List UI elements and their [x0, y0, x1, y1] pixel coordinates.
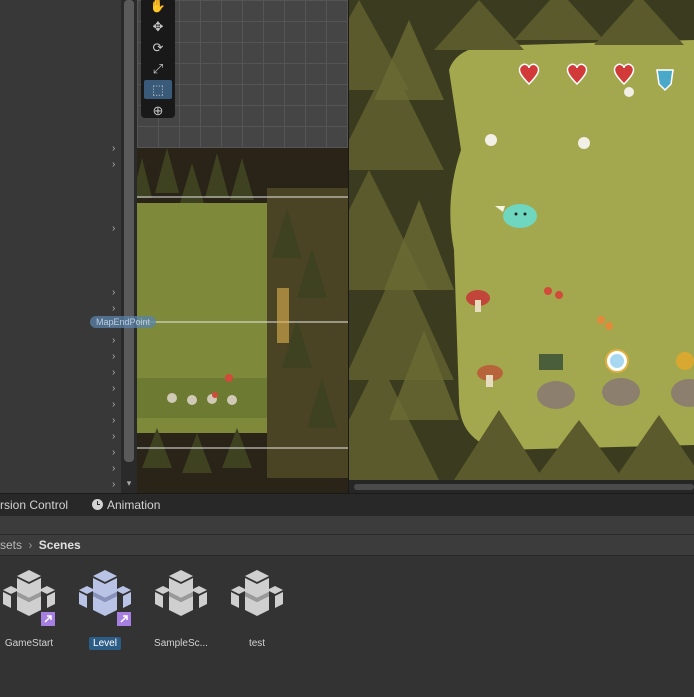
scene-level-preview[interactable] — [137, 148, 348, 493]
breadcrumb: sets › Scenes — [0, 535, 694, 556]
breadcrumb-item-scenes[interactable]: Scenes — [39, 538, 81, 552]
bottom-tab-bar: rsion Control Animation — [0, 493, 694, 516]
chevron-right-icon[interactable]: › — [112, 224, 115, 234]
unity-scene-icon — [79, 570, 131, 626]
chevron-right-icon[interactable]: › — [112, 160, 115, 170]
move-tool-icon[interactable]: ✥ — [144, 17, 172, 36]
project-toolbar — [0, 516, 694, 535]
hand-tool-icon[interactable]: ✋ — [144, 0, 172, 15]
tab-version-control[interactable]: rsion Control — [0, 494, 68, 516]
rect-tool-icon[interactable]: ⬚ — [144, 80, 172, 99]
asset-label: Level — [89, 637, 121, 650]
clock-icon — [92, 499, 103, 510]
asset-item-gamestart[interactable]: GameStart — [0, 568, 62, 651]
scale-tool-icon[interactable]: ⤢ — [144, 59, 172, 78]
unity-scene-icon — [3, 570, 55, 626]
chevron-right-icon[interactable]: › — [112, 304, 115, 314]
game-view-scroll-thumb[interactable] — [354, 484, 694, 490]
chevron-right-icon[interactable]: › — [112, 368, 115, 378]
chevron-right-icon[interactable]: › — [112, 288, 115, 298]
chevron-right-icon[interactable]: › — [112, 352, 115, 362]
chevron-right-icon[interactable]: › — [112, 384, 115, 394]
chevron-right-icon[interactable]: › — [112, 400, 115, 410]
chevron-right-icon[interactable]: › — [112, 480, 115, 490]
chevron-right-icon[interactable]: › — [112, 464, 115, 474]
triangle-down-icon[interactable]: ▾ — [124, 478, 134, 488]
scene-tools-overlay: ✋ ✥ ⟳ ⤢ ⬚ ⊕ — [141, 0, 175, 118]
unity-scene-icon — [155, 570, 207, 616]
breadcrumb-item-assets[interactable]: sets — [0, 538, 22, 552]
asset-label: SampleSc... — [154, 638, 208, 649]
hierarchy-scroll-thumb[interactable] — [124, 0, 134, 462]
asset-grid: GameStart Level SampleSc... test — [0, 556, 694, 697]
game-view[interactable] — [349, 0, 694, 480]
asset-item-level[interactable]: Level — [72, 568, 138, 651]
chevron-right-icon[interactable]: › — [112, 416, 115, 426]
chevron-right-icon[interactable]: › — [112, 432, 115, 442]
asset-label: test — [248, 638, 266, 649]
tab-animation[interactable]: Animation — [92, 494, 160, 516]
rotate-tool-icon[interactable]: ⟳ — [144, 38, 172, 57]
chevron-right-icon[interactable]: › — [112, 144, 115, 154]
asset-label: GameStart — [4, 638, 54, 649]
asset-item-samplescene[interactable]: SampleSc... — [148, 568, 214, 651]
transform-tool-icon[interactable]: ⊕ — [144, 101, 172, 120]
tab-animation-label: Animation — [107, 498, 161, 512]
scene-marker-label: MapEndPoint — [90, 316, 157, 328]
chevron-right-icon[interactable]: › — [112, 336, 115, 346]
chevron-right-icon[interactable]: › — [112, 448, 115, 458]
unity-scene-icon — [231, 570, 283, 616]
hierarchy-panel: › › › › › › › › › › › › › › › › — [0, 0, 121, 493]
scene-view[interactable]: ✋ ✥ ⟳ ⤢ ⬚ ⊕ — [137, 0, 348, 493]
asset-item-test[interactable]: test — [224, 568, 290, 651]
breadcrumb-separator: › — [28, 538, 33, 552]
